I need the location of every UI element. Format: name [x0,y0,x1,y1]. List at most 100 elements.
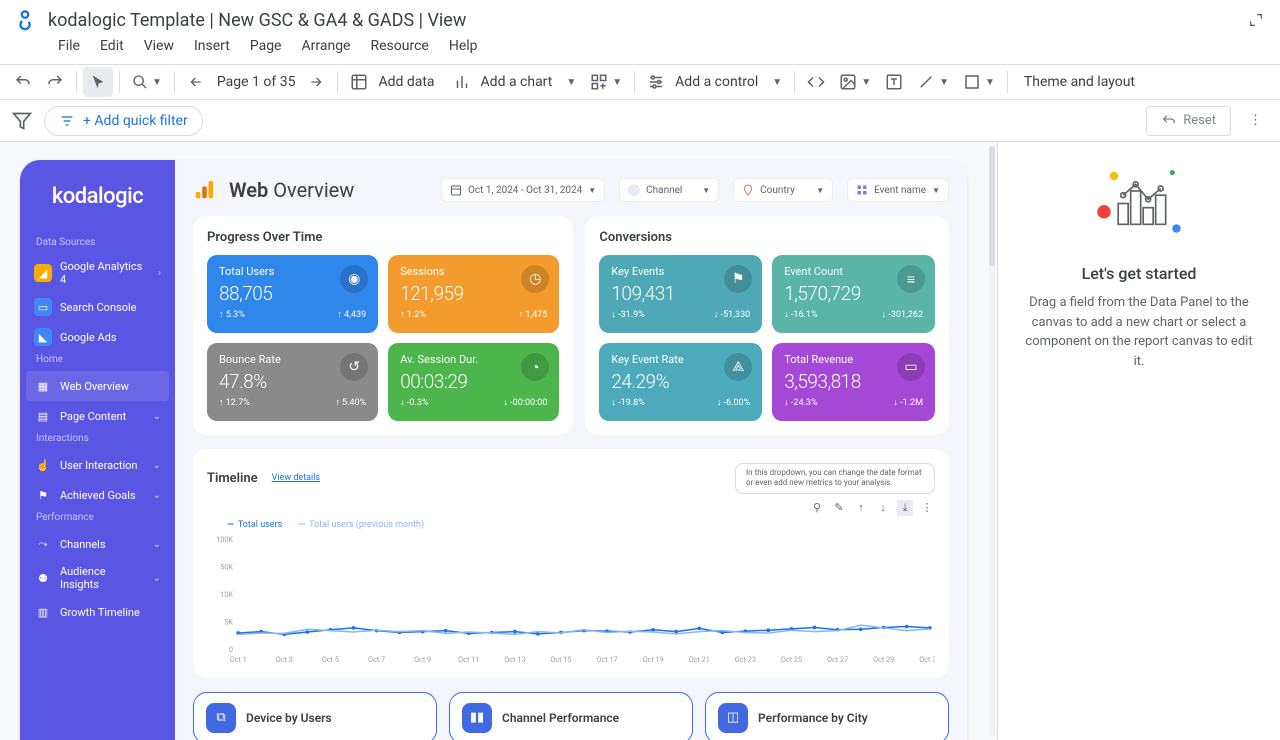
looker-studio-logo[interactable] [12,7,38,33]
menu-view[interactable]: View [136,34,182,58]
community-visualizations[interactable]: ▼ [584,67,628,97]
menu-edit[interactable]: Edit [92,34,132,58]
sidebar-item-gads[interactable]: ◣Google Ads [20,322,175,352]
document-title[interactable]: kodalogic Template | New GSC & GA4 & GAD… [48,10,1244,31]
redo-button[interactable] [40,67,70,97]
report-canvas[interactable]: kodalogic Data Sources ◢Google Analytics… [20,160,967,740]
svg-text:5K: 5K [224,617,233,626]
metric-card[interactable]: ◷ Sessions 121,959 ↑ 1.2%↑ 1,475 [388,255,559,333]
filter-country[interactable]: Country▼ [733,178,833,202]
undo-button[interactable] [8,67,38,97]
sidebar-item-pagecontent[interactable]: ▤Page Content⌄ [20,401,175,431]
svg-text:Oct 25: Oct 25 [781,655,802,664]
timeline-chart[interactable]: 05K10K50K100KOct 1Oct 3Oct 5Oct 7Oct 9Oc… [207,534,935,664]
metric-card[interactable]: ↺ Bounce Rate 47.8% ↑ 12.7%↑ 5.40% [207,343,378,421]
scrollbar-thumb[interactable] [989,146,995,266]
page-title: Web Overview [229,178,354,202]
menu-file[interactable]: File [50,34,88,58]
image-button[interactable]: ▼ [833,67,877,97]
metric-card[interactable]: ≡ Event Count 1,570,729 ↓ -16.1%↓ -301,2… [772,255,935,333]
chart-filter-icon[interactable]: ⚲ [809,500,825,516]
sidebar-item-channels[interactable]: ⤳Channels⌄ [20,529,175,559]
metric-card[interactable]: ▭ Total Revenue 3,593,818 ↓ -24.3%↓ -1.2… [772,343,935,421]
svg-text:Oct 19: Oct 19 [643,655,664,664]
svg-text:Oct 3: Oct 3 [276,655,293,664]
theme-layout-button[interactable]: Theme and layout [1014,67,1145,97]
sidebar-item-weboverview[interactable]: ▦Web Overview [26,371,169,401]
legend-item: Total users (previous month) [298,520,424,530]
svg-text:Oct 21: Oct 21 [689,655,710,664]
text-button[interactable] [879,67,909,97]
performance-by-city-card[interactable]: ◫Performance by City [705,692,949,740]
svg-text:0: 0 [229,645,233,654]
add-quick-filter[interactable]: + Add quick filter [44,106,203,136]
rightpanel-text: Drag a field from the Data Panel to the … [1022,293,1256,371]
conversions-panel: Conversions ⚑ Key Events 109,431 ↓ -31.9… [585,216,949,435]
svg-text:100K: 100K [216,535,233,544]
filter-bar: + Add quick filter Reset ⋮ [0,100,1280,142]
prev-page[interactable] [181,67,211,97]
channel-performance-card[interactable]: ▮▮Channel Performance [449,692,693,740]
chart-export-icon[interactable]: ⤓ [897,500,913,516]
metric-card[interactable]: ◔ Av. Session Dur. 00:03:29 ↓ -0.3%↓ -00… [388,343,559,421]
properties-panel: Let's get started Drag a field from the … [997,142,1280,740]
svg-text:10K: 10K [220,590,233,599]
sidebar-label-datasources: Data Sources [20,235,175,254]
legend-item: Total users [227,520,282,530]
device-by-users-card[interactable]: ⧉Device by Users [193,692,437,740]
progress-panel: Progress Over Time ◉ Total Users 88,705 … [193,216,573,435]
panel-title: Progress Over Time [207,230,559,245]
sidebar-item-audience[interactable]: ⚉Audience Insights⌄ [20,559,175,597]
more-options[interactable]: ⋮ [1243,107,1268,134]
svg-text:Oct 27: Oct 27 [827,655,848,664]
line-button[interactable]: ▼ [911,67,955,97]
sidebar-item-ga4[interactable]: ◢Google Analytics 4› [20,254,175,292]
add-data-button[interactable]: Add data [344,67,444,97]
filter-eventname[interactable]: Event name▼ [847,178,949,202]
rightpanel-title: Let's get started [1022,264,1256,283]
menu-resource[interactable]: Resource [362,34,436,58]
metric-card[interactable]: ⟁ Key Event Rate 24.29% ↓ -19.8%↓ -6.00% [599,343,762,421]
page-indicator: Page 1 of 35 [213,74,300,90]
metric-card[interactable]: ◉ Total Users 88,705 ↑ 5.3%↑ 4,439 [207,255,378,333]
sidebar-item-achievedgoals[interactable]: ⚑Achieved Goals⌄ [20,480,175,510]
next-page[interactable] [301,67,331,97]
menu-insert[interactable]: Insert [186,34,238,58]
sidebar-label-performance: Performance [20,510,175,529]
chart-sort-up-icon[interactable]: ↑ [853,500,869,516]
chart-sort-down-icon[interactable]: ↓ [875,500,891,516]
menu-arrange[interactable]: Arrange [294,34,359,58]
zoom-button[interactable]: ▼ [126,67,168,97]
chart-more-icon[interactable]: ⋮ [919,500,935,516]
filter-channel[interactable]: Channel▼ [619,178,719,202]
sidebar-label-home: Home [20,352,175,371]
getstarted-illustration [1089,166,1189,246]
svg-text:Oct 31: Oct 31 [919,655,935,664]
sidebar-item-growth[interactable]: ▥Growth Timeline [20,597,175,627]
svg-text:50K: 50K [220,562,233,571]
timeline-panel: Timeline View details In this dropdown, … [193,449,949,678]
chart-edit-icon[interactable]: ✎ [831,500,847,516]
date-range-picker[interactable]: Oct 1, 2024 - Oct 31, 2024▼ [441,178,605,202]
select-tool[interactable] [83,67,113,97]
menu-help[interactable]: Help [441,34,486,58]
svg-text:Oct 15: Oct 15 [550,655,571,664]
menu-page[interactable]: Page [242,34,290,58]
fullscreen-icon[interactable] [1244,8,1268,32]
svg-text:Oct 23: Oct 23 [735,655,756,664]
svg-text:Oct 1: Oct 1 [230,655,247,664]
metric-card[interactable]: ⚑ Key Events 109,431 ↓ -31.9%↓ -51,330 [599,255,762,333]
view-details-link[interactable]: View details [272,473,320,483]
toolbar: ▼ Page 1 of 35 Add data Add a chart▼ ▼ A… [0,64,1280,100]
reset-button[interactable]: Reset [1146,106,1231,136]
add-chart-button[interactable]: Add a chart▼ [447,67,583,97]
embed-button[interactable] [801,67,831,97]
brand-logo: kodalogic [20,184,175,209]
dashboard-sidebar: kodalogic Data Sources ◢Google Analytics… [20,160,175,740]
add-control-button[interactable]: Add a control▼ [641,67,788,97]
menubar: File Edit View Insert Page Arrange Resou… [0,34,1280,64]
sidebar-item-userinteraction[interactable]: ☝User Interaction⌄ [20,450,175,480]
shape-button[interactable]: ▼ [957,67,1001,97]
svg-text:Oct 9: Oct 9 [414,655,431,664]
sidebar-item-gsc[interactable]: ▭Search Console [20,292,175,322]
